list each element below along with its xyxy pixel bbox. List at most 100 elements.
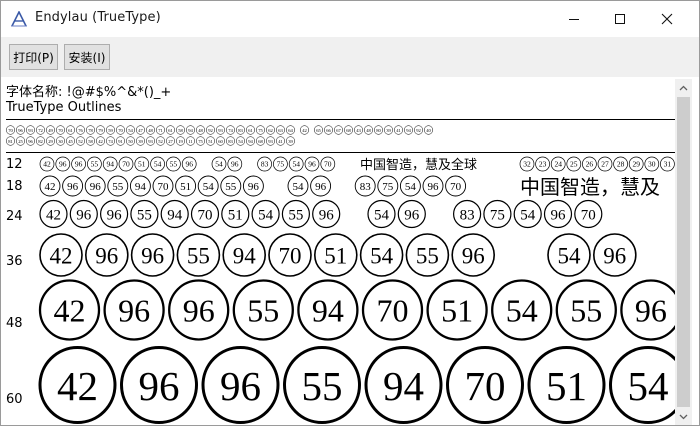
glyph-number: 96 xyxy=(220,363,261,409)
circled-glyph: 60 xyxy=(215,136,226,146)
circled-glyph: 70 xyxy=(446,346,524,424)
scrollbar-thumb[interactable] xyxy=(677,97,690,407)
circled-glyph: 27 xyxy=(165,136,176,146)
glyph-number: 74 xyxy=(108,139,113,144)
circled-glyph: 96 xyxy=(84,175,106,197)
glyph-number: 58 xyxy=(178,128,183,133)
chevron-down-icon xyxy=(679,414,688,419)
print-button[interactable]: 打印(P) xyxy=(9,44,58,70)
glyph-number: 11 xyxy=(188,139,193,144)
glyph-number: 94 xyxy=(188,128,193,133)
circled-glyph: 83 xyxy=(257,156,272,172)
circled-glyph: 96 xyxy=(62,175,84,197)
install-button[interactable]: 安装(I) xyxy=(64,44,110,70)
circled-glyph: 52 xyxy=(75,136,86,146)
circled-glyph: 96 xyxy=(168,279,230,341)
glyph-number: 96 xyxy=(67,181,79,193)
maximize-icon xyxy=(615,14,625,24)
glyph-number: 96 xyxy=(551,207,567,223)
circled-glyph: 59 xyxy=(105,125,116,135)
glyph-number: 94 xyxy=(167,207,183,223)
circled-glyph: 55 xyxy=(281,199,310,229)
circled-glyph: 71 xyxy=(155,125,166,135)
glyph-number: 28 xyxy=(617,160,625,169)
circled-glyph: 51 xyxy=(313,233,358,277)
scroll-down-button[interactable] xyxy=(675,408,692,425)
glyph-number: 70 xyxy=(581,207,596,223)
glyph-number: 51 xyxy=(228,207,243,223)
circled-glyph: 82 xyxy=(35,136,46,146)
circled-glyph: 96 xyxy=(543,199,573,229)
circled-glyph: 25 xyxy=(15,136,26,146)
circled-glyph: 19 xyxy=(175,136,186,146)
glyph-number: 91 xyxy=(118,139,123,144)
glyph-number: 92 xyxy=(416,128,421,133)
glyph-number: 55 xyxy=(225,181,237,193)
circled-glyph: 62 xyxy=(265,125,276,135)
divider xyxy=(6,119,675,120)
minimize-icon xyxy=(569,19,579,20)
glyph-number: 55 xyxy=(570,293,602,329)
close-button[interactable] xyxy=(644,1,690,37)
circled-glyph: 94 xyxy=(222,233,266,277)
circled-glyph: 91 xyxy=(115,136,126,146)
circled-glyph: 74 xyxy=(105,136,116,146)
glyph-number: 54 xyxy=(128,128,133,133)
circled-glyph: 64 xyxy=(285,125,296,135)
circled-glyph: 58 xyxy=(85,136,96,146)
glyph-number: 51 xyxy=(138,160,146,169)
sample-row-36: 42 96 96 55 94 70 51 54 55 96 54 96 xyxy=(2,231,675,279)
glyph-number: 54 xyxy=(238,139,243,144)
glyph-number: 96 xyxy=(185,160,193,169)
font-viewer-window: Endylau (TrueType) 打印(P) 安装(I) 字体名称: !@#… xyxy=(0,0,700,426)
glyph-row-svg: 42 96 96 55 94 70 51 54 55 96 54 96 83 75 54 96 70 中国智造，慧… xyxy=(39,175,660,199)
glyph-number: 55 xyxy=(416,243,439,268)
glyph-number: 96 xyxy=(59,160,67,169)
glyph-number: 29 xyxy=(632,160,640,169)
circled-glyph: 92 xyxy=(413,125,424,135)
glyph-number: 83 xyxy=(360,181,372,193)
minimize-button[interactable] xyxy=(551,1,597,37)
glyph-number: 68 xyxy=(346,128,351,133)
circled-glyph: 42 xyxy=(38,346,117,424)
glyph-number: 52 xyxy=(158,139,163,144)
glyph-number: 96 xyxy=(315,181,327,193)
circled-glyph: 83 xyxy=(354,175,376,197)
glyph-number: 70 xyxy=(450,181,462,193)
maximize-button[interactable] xyxy=(597,1,643,37)
glyph-number: 67 xyxy=(336,128,341,133)
circled-glyph: 96 xyxy=(310,175,332,197)
circled-glyph: 41 xyxy=(275,136,286,146)
circled-glyph: 42 xyxy=(39,233,83,277)
glyph-number: 93 xyxy=(218,128,223,133)
glyph-number: 50 xyxy=(128,139,133,144)
glyph-number: 70 xyxy=(158,181,170,193)
glyph-number: 81 xyxy=(8,139,13,144)
glyph-number: 39 xyxy=(138,139,143,144)
circled-glyph: 96 xyxy=(103,279,165,341)
title-bar[interactable]: Endylau (TrueType) xyxy=(1,1,699,37)
circled-glyph: 39 xyxy=(135,136,146,146)
glyph-number: 96 xyxy=(404,207,420,223)
glyph-number: 70 xyxy=(122,160,130,169)
vertical-scrollbar[interactable] xyxy=(675,79,692,425)
circled-glyph: 54 xyxy=(235,136,246,146)
circled-glyph: 75 xyxy=(195,136,206,146)
circled-glyph: 96 xyxy=(422,175,444,197)
glyph-number: 94 xyxy=(248,139,253,144)
glyph-number: 75 xyxy=(490,207,505,223)
circled-glyph: 67 xyxy=(333,125,344,135)
scroll-up-button[interactable] xyxy=(675,79,692,96)
glyph-number: 61 xyxy=(248,128,253,133)
circled-glyph: 55 xyxy=(405,233,450,277)
glyph-number: 80 xyxy=(376,128,381,133)
sample-row-24: 42 96 96 55 94 70 51 54 55 96 54 96 83 75 54 96 70 xyxy=(2,198,675,230)
circled-glyph: 65 xyxy=(313,125,324,135)
circled-glyph: 94 xyxy=(102,156,118,172)
circled-glyph: 96 xyxy=(227,156,243,172)
circled-glyph: 96 xyxy=(620,279,675,341)
circled-glyph: 50 xyxy=(125,136,136,146)
glyph-number: 45 xyxy=(68,139,73,144)
circled-glyph: 30 xyxy=(644,156,660,172)
circled-glyph: 26 xyxy=(582,156,597,172)
